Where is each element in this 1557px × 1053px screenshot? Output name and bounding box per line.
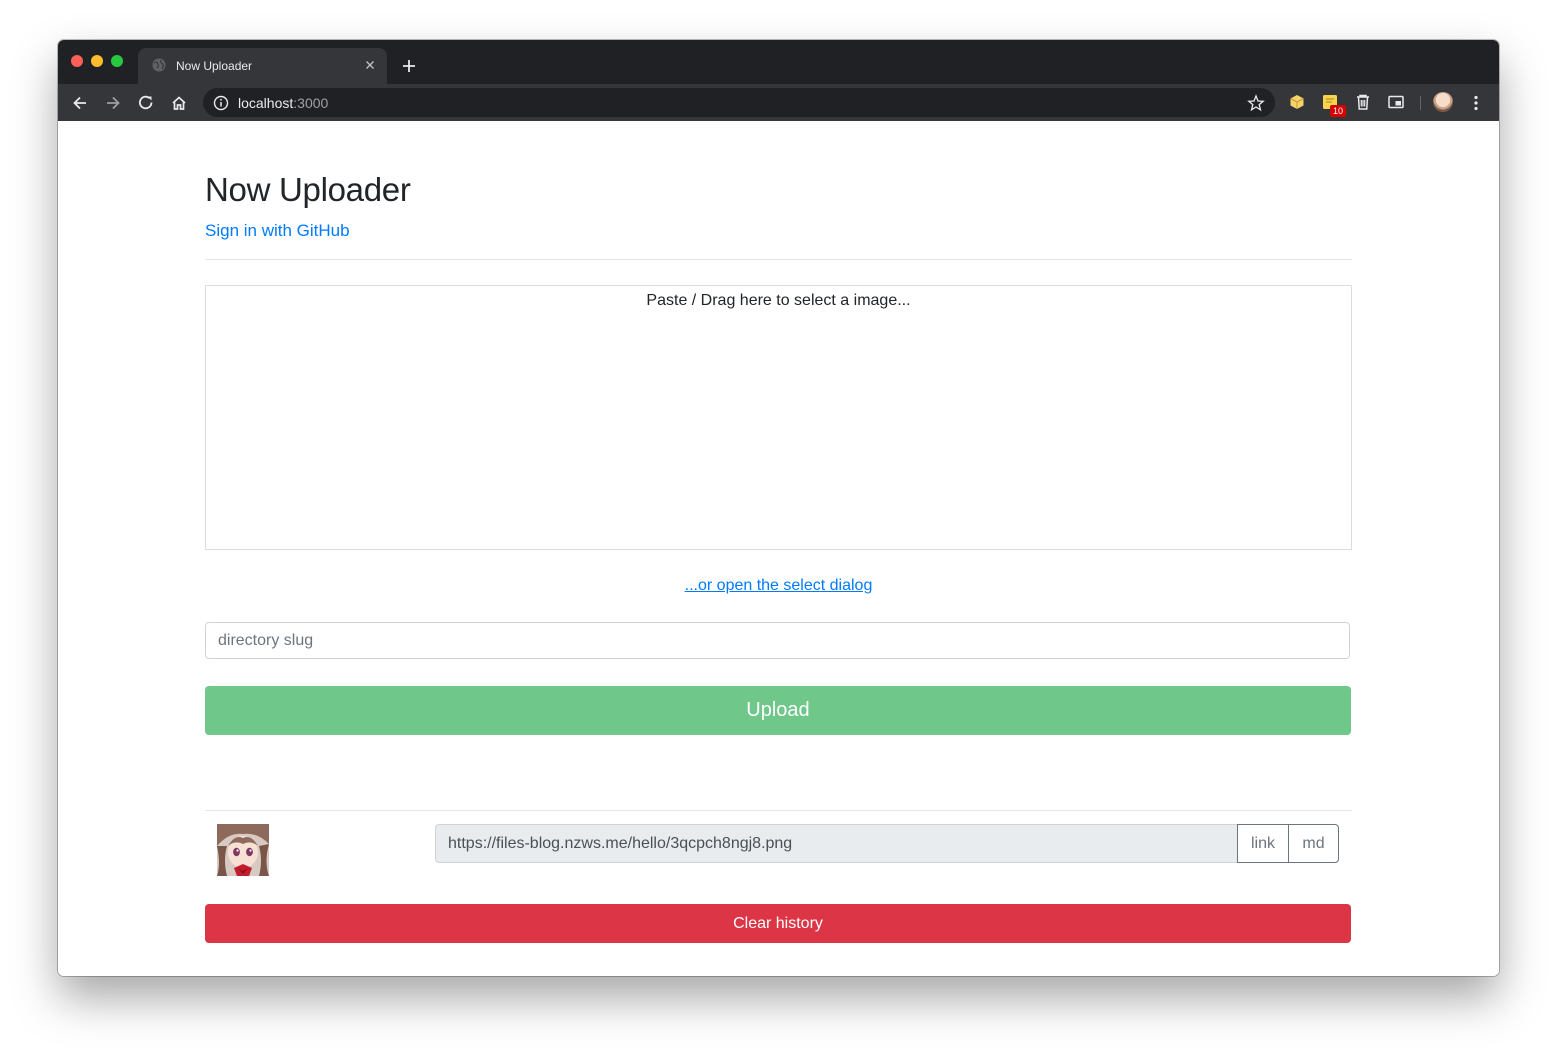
dropzone-text: Paste / Drag here to select a image... (646, 292, 911, 309)
tab-bar: Now Uploader (58, 40, 1499, 84)
home-icon[interactable] (169, 93, 189, 113)
history-url-field[interactable] (435, 824, 1238, 863)
address-bar[interactable]: localhost:3000 (203, 88, 1275, 117)
open-select-dialog-link[interactable]: ...or open the select dialog (205, 577, 1352, 595)
reload-icon[interactable] (136, 93, 156, 113)
page-title: Now Uploader (205, 171, 411, 208)
star-icon[interactable] (1247, 94, 1265, 112)
info-icon[interactable] (213, 95, 229, 111)
url-host: localhost (238, 95, 294, 111)
forward-icon[interactable] (103, 93, 123, 113)
back-icon[interactable] (70, 93, 90, 113)
header-divider (205, 259, 1352, 260)
tab-now-uploader[interactable]: Now Uploader (138, 48, 387, 84)
page-viewport: Now Uploader Sign in with GitHub Paste /… (58, 121, 1499, 976)
tab-title: Now Uploader (176, 59, 253, 73)
url-port: :3000 (293, 95, 329, 111)
browser-window: Now Uploader localhost:3000 10 Now Uploa… (58, 40, 1499, 976)
menu-icon[interactable] (1466, 93, 1486, 113)
directory-slug-input[interactable] (205, 622, 1350, 659)
close-tab-icon[interactable] (363, 58, 377, 72)
sign-in-github-link[interactable]: Sign in with GitHub (205, 221, 350, 241)
upload-button[interactable]: Upload (205, 686, 1351, 735)
browser-toolbar: localhost:3000 10 (58, 84, 1499, 121)
new-tab-icon[interactable] (399, 56, 419, 76)
copy-markdown-button[interactable]: md (1288, 824, 1339, 863)
toolbar-divider (1420, 96, 1421, 110)
close-window-button[interactable] (71, 55, 83, 67)
history-url-group: link md (435, 824, 1339, 863)
globe-icon (152, 58, 166, 72)
maximize-window-button[interactable] (111, 55, 123, 67)
trash-extension-icon[interactable] (1354, 93, 1372, 111)
anime-thumbnail-image (217, 824, 269, 876)
history-thumbnail (217, 824, 269, 876)
clear-history-button[interactable]: Clear history (205, 904, 1351, 943)
copy-link-button[interactable]: link (1237, 824, 1289, 863)
extension-badge: 10 (1330, 105, 1346, 117)
history-item: link md (205, 811, 1352, 876)
profile-avatar[interactable] (1433, 92, 1453, 112)
url-text: localhost:3000 (238, 95, 328, 111)
pip-extension-icon[interactable] (1387, 93, 1405, 111)
image-dropzone[interactable]: Paste / Drag here to select a image... (205, 285, 1352, 550)
box-extension-icon[interactable] (1288, 93, 1306, 111)
minimize-window-button[interactable] (91, 55, 103, 67)
